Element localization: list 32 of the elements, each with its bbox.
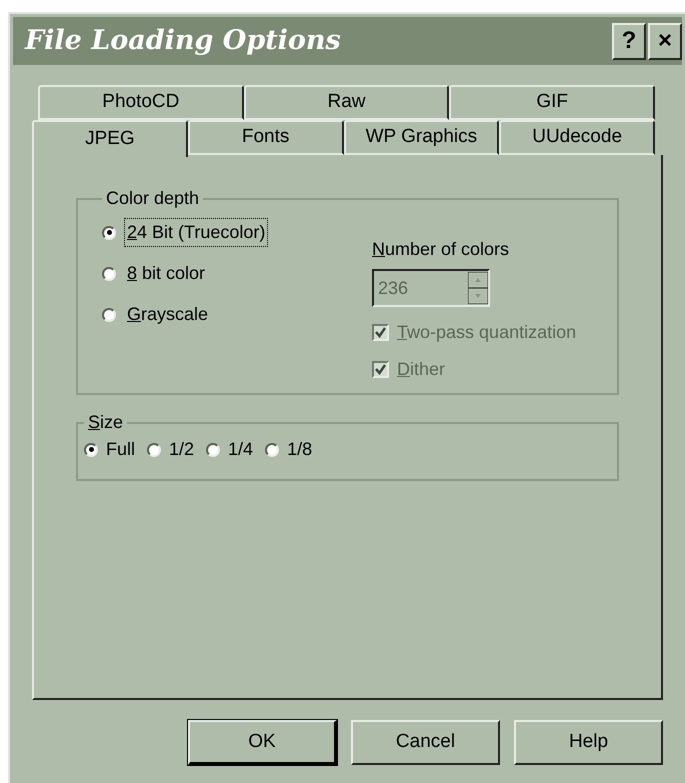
tab[interactable]: GIF [449, 85, 656, 120]
dialog-button[interactable]: OK [188, 720, 337, 765]
field-label: Number of colors [372, 238, 510, 261]
tab[interactable]: UUdecode [499, 120, 655, 155]
radio-label: Grayscale [126, 303, 210, 326]
close-button[interactable]: × [648, 22, 682, 60]
radio-button[interactable] [102, 226, 116, 240]
radio-label: 8 bit color [126, 262, 206, 285]
tab[interactable]: WP Graphics [344, 120, 500, 155]
dialog-button[interactable]: Help [514, 720, 663, 765]
tab[interactable]: PhotoCD [38, 85, 244, 120]
radio-label: 1/4 [228, 438, 254, 461]
checkbox-label: Dither [397, 358, 446, 381]
dialog-button[interactable]: Cancel [351, 720, 500, 765]
tab[interactable]: Raw [244, 85, 450, 120]
radio-button[interactable] [147, 442, 162, 456]
radio-button[interactable] [84, 442, 98, 456]
tab[interactable]: Fonts [188, 120, 344, 155]
group-legend: Size [84, 409, 128, 436]
radio-label: 1/8 [287, 438, 312, 461]
radio-label: Full [106, 438, 136, 461]
tab[interactable]: JPEG [32, 120, 188, 157]
radio-button[interactable] [265, 442, 280, 456]
radio-button[interactable] [206, 442, 220, 456]
radio-label: 24 Bit (Truecolor) [124, 218, 268, 247]
checkbox-label: Two-pass quantization [397, 321, 576, 344]
help-button[interactable]: ? [612, 22, 646, 60]
window-title: File Loading Options [25, 24, 341, 58]
radio-label: 1/2 [169, 438, 194, 461]
radio-button[interactable] [102, 308, 116, 322]
group-legend: Color depth [102, 185, 204, 212]
radio-button[interactable] [102, 266, 116, 280]
